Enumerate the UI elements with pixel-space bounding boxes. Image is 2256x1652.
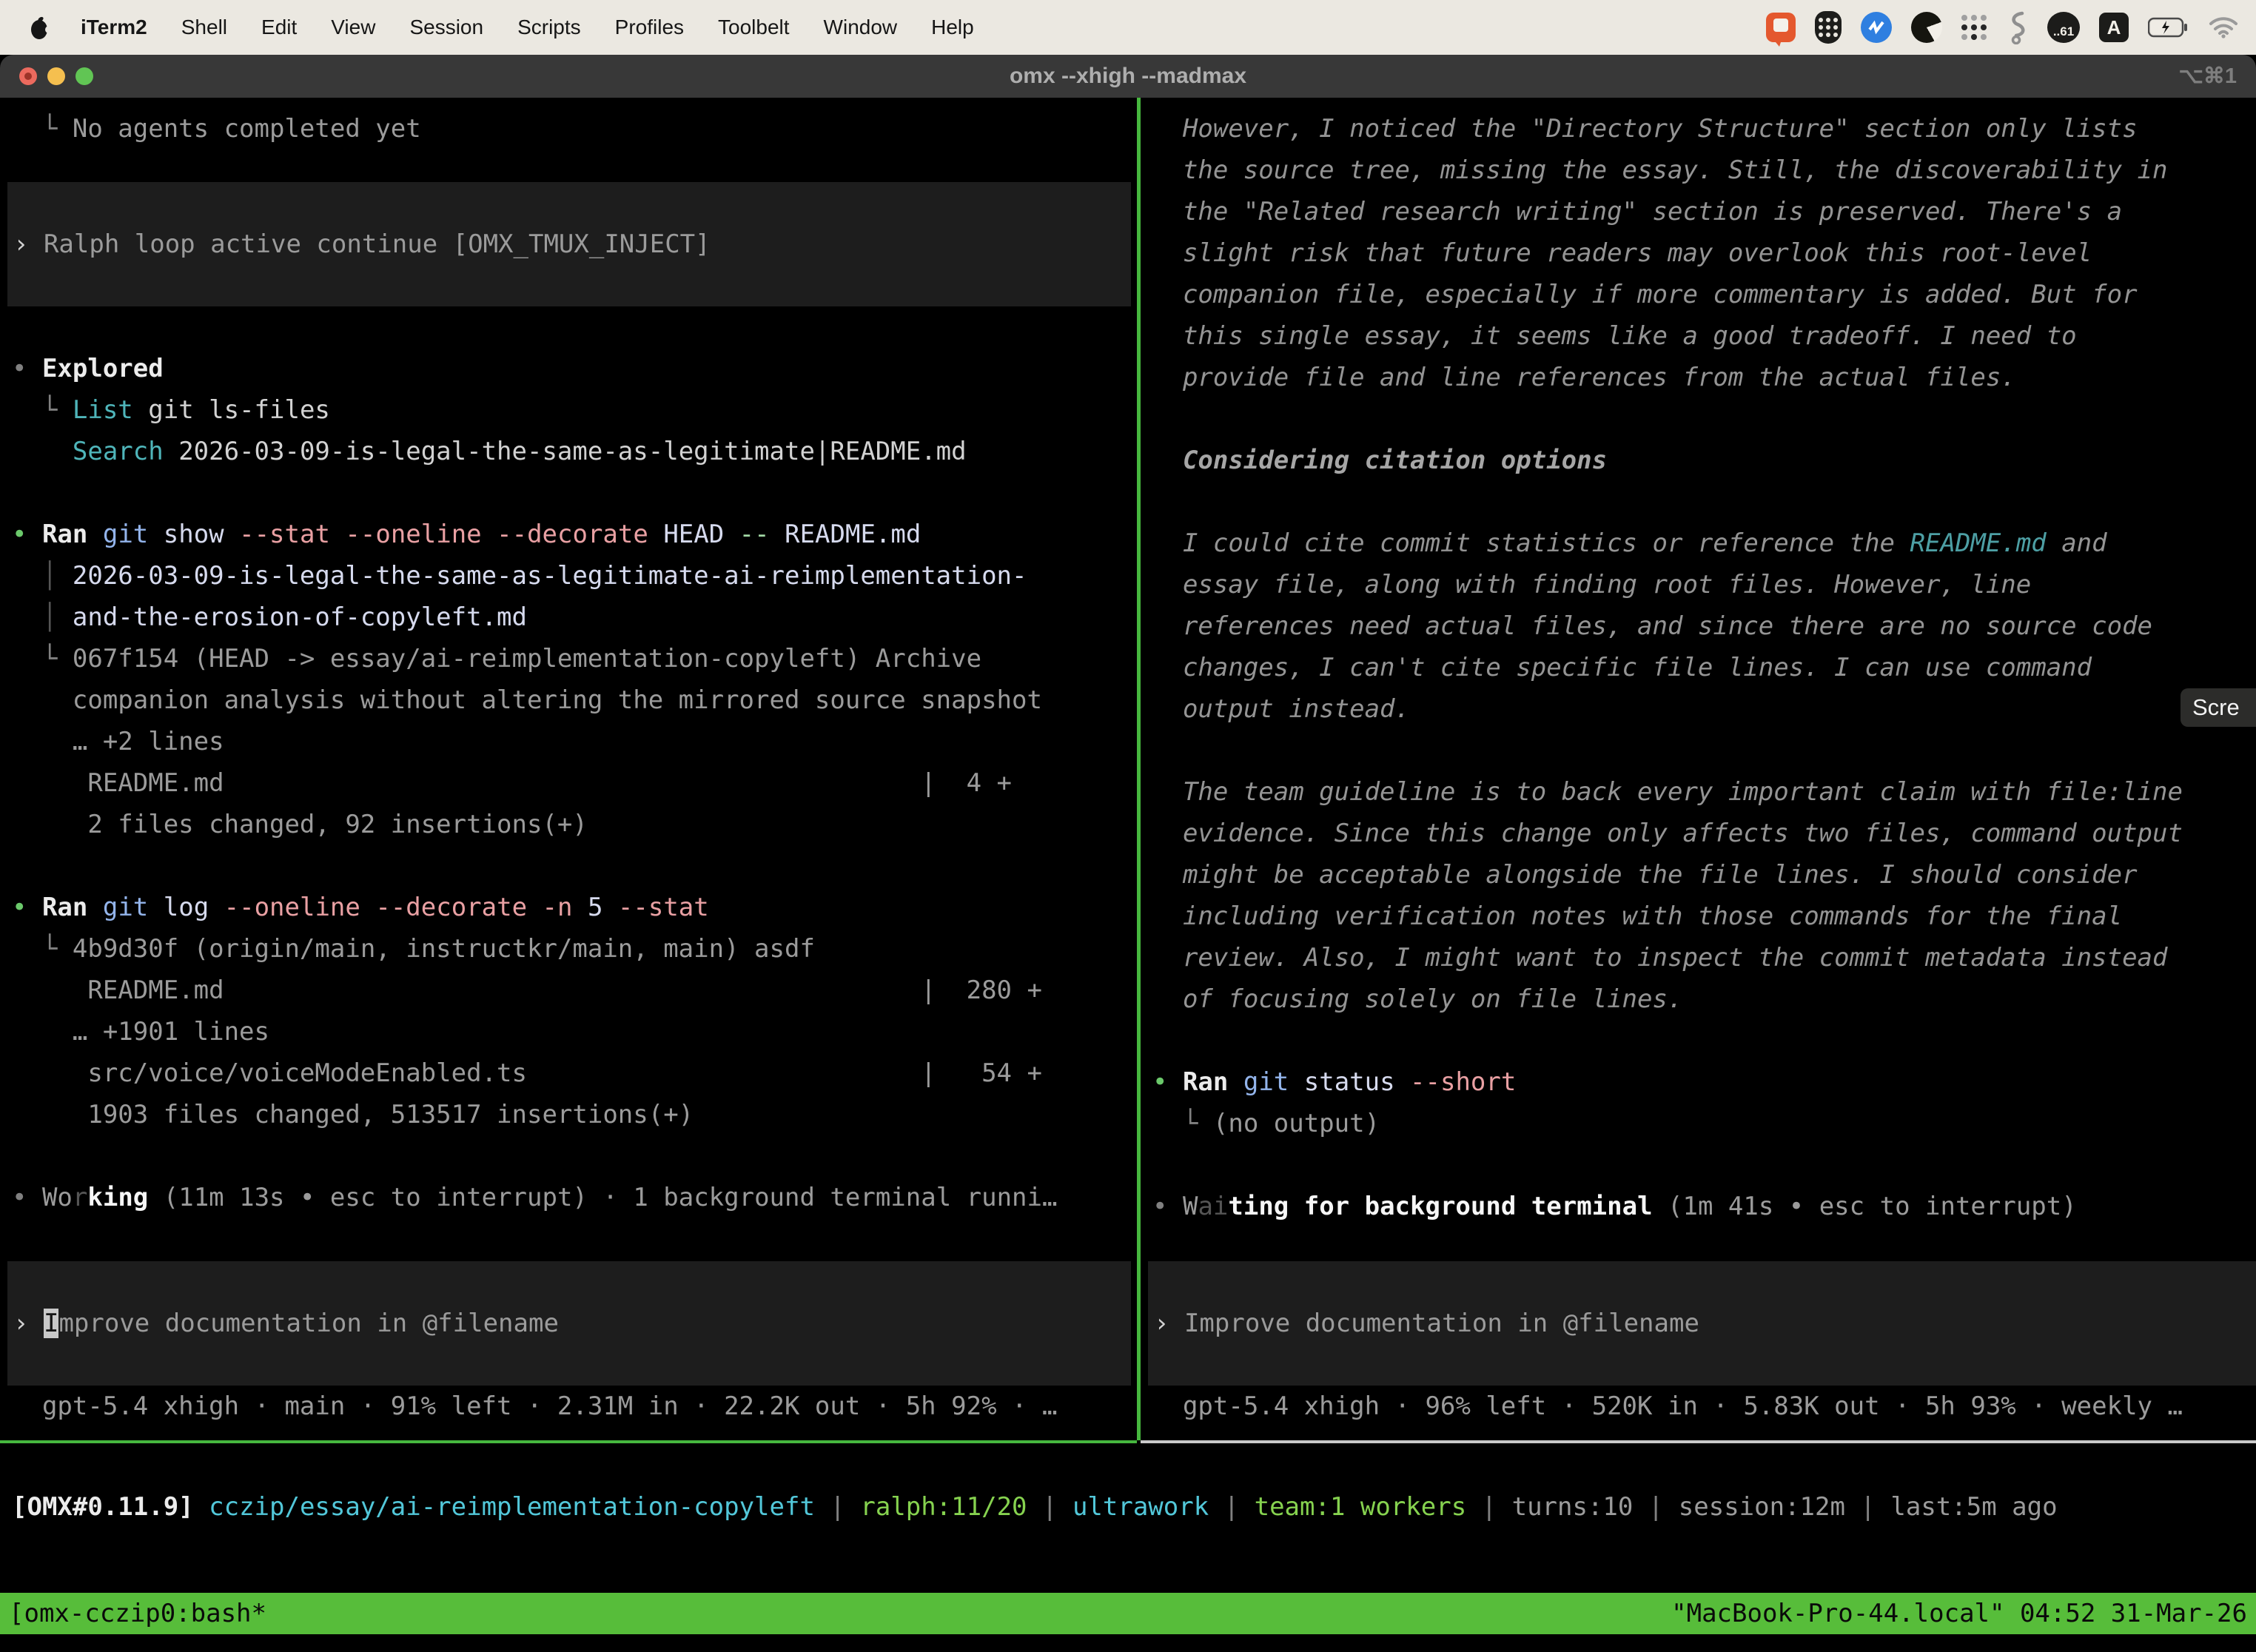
terminal-line: The team guideline is to back every impo… — [1141, 771, 2256, 813]
terminal-line: • Waiting for background terminal (1m 41… — [1141, 1186, 2256, 1227]
terminal-line: evidence. Since this change only affects… — [1141, 813, 2256, 854]
agent-transcript-left: • Explored └ List git ls-files Search 20… — [0, 348, 1137, 1218]
iterm2-window: omx --xhigh --madmax ⌥⌘1 └ No agents com… — [0, 55, 2256, 1652]
terminal-line: › Improve documentation in @filename — [7, 1303, 1131, 1344]
terminal-line: README.md | 280 + — [0, 970, 1137, 1011]
terminal-line: companion analysis without altering the … — [0, 679, 1137, 721]
keypad-shield-icon[interactable] — [1815, 11, 1842, 44]
window-titlebar: omx --xhigh --madmax ⌥⌘1 — [0, 55, 2256, 98]
apple-menu-icon[interactable] — [28, 15, 50, 40]
terminal-line: essay file, along with finding root file… — [1141, 564, 2256, 605]
menu-edit[interactable]: Edit — [261, 16, 297, 39]
terminal-line: src/voice/voiceModeEnabled.ts | 54 + — [0, 1052, 1137, 1094]
terminal-line: └ No agents completed yet — [0, 108, 1137, 150]
terminal-line: • Ran git status --short — [1141, 1061, 2256, 1103]
terminal-line — [1141, 1144, 2256, 1186]
pie-chart-icon[interactable] — [1911, 12, 1942, 43]
terminal-line: this single essay, it seems like a good … — [1141, 315, 2256, 357]
terminal-line: … +2 lines — [0, 721, 1137, 762]
prompt-input-left[interactable]: › Improve documentation in @filename — [7, 1261, 1131, 1386]
menu-view[interactable]: View — [331, 16, 375, 39]
menu-help[interactable]: Help — [931, 16, 974, 39]
omx-status-line: [OMX#0.11.9] cczip/essay/ai-reimplementa… — [0, 1486, 2256, 1528]
tmux-window-name[interactable]: [omx-cczip0:bash* — [9, 1599, 266, 1628]
session-statusline-left: gpt-5.4 xhigh · main · 91% left · 2.31M … — [0, 1386, 1137, 1427]
prompt-input-right[interactable]: › Improve documentation in @filename — [1148, 1261, 2256, 1386]
wifi-icon[interactable] — [2209, 16, 2238, 38]
terminal-line: references need actual files, and since … — [1141, 605, 2256, 647]
tmux-pane-right: However, I noticed the "Directory Struct… — [1141, 98, 2256, 1440]
terminal-line: › Ralph loop active continue [OMX_TMUX_I… — [7, 224, 1131, 265]
terminal-line — [1141, 481, 2256, 523]
screen-overlay-label: Scre — [2192, 694, 2240, 721]
terminal-line: 2 files changed, 92 insertions(+) — [0, 804, 1137, 845]
terminal-line: provide file and line references from th… — [1141, 357, 2256, 398]
window-shortcut-badge: ⌥⌘1 — [2178, 55, 2237, 98]
pane-border-left — [0, 1440, 1137, 1443]
macos-menu-bar: iTerm2 Shell Edit View Session Scripts P… — [0, 0, 2256, 55]
terminal-line: the "Related research writing" section i… — [1141, 191, 2256, 232]
terminal-line — [1141, 398, 2256, 440]
terminal-line — [0, 845, 1137, 887]
menu-session[interactable]: Session — [409, 16, 483, 39]
terminal-line: the source tree, missing the essay. Stil… — [1141, 150, 2256, 191]
terminal-line — [1141, 730, 2256, 771]
terminal-line: └ 067f154 (HEAD -> essay/ai-reimplementa… — [0, 638, 1137, 679]
terminal-line: Considering citation options — [1141, 440, 2256, 481]
injected-message-box[interactable]: › Ralph loop active continue [OMX_TMUX_I… — [7, 182, 1131, 306]
tmux-status-bar: [omx-cczip0:bash* "MacBook-Pro-44.local"… — [0, 1593, 2256, 1634]
agent-transcript-right: However, I noticed the "Directory Struct… — [1141, 108, 2256, 1227]
battery-icon[interactable] — [2148, 16, 2189, 38]
menu-toolbelt[interactable]: Toolbelt — [718, 16, 790, 39]
screen-overlay-chip[interactable]: Scre — [2181, 688, 2256, 727]
window-title: omx --xhigh --madmax — [0, 55, 2256, 98]
terminal-line: └ 4b9d30f (origin/main, instructkr/main,… — [0, 928, 1137, 970]
terminal-line — [0, 1135, 1137, 1177]
terminal-line: 1903 files changed, 513517 insertions(+) — [0, 1094, 1137, 1135]
terminal-line: including verification notes with those … — [1141, 896, 2256, 937]
screen-recording-icon[interactable] — [1766, 13, 1796, 42]
terminal-line: • Ran git log --oneline --decorate -n 5 … — [0, 887, 1137, 928]
terminal-line: gpt-5.4 xhigh · 96% left · 520K in · 5.8… — [1141, 1386, 2256, 1427]
menu-scripts[interactable]: Scripts — [517, 16, 581, 39]
input-source-icon[interactable]: A — [2099, 13, 2129, 42]
terminal-line: README.md | 4 + — [0, 762, 1137, 804]
terminal-line: review. Also, I might want to inspect th… — [1141, 937, 2256, 978]
terminal-line: output instead. — [1141, 688, 2256, 730]
terminal-line: of focusing solely on file lines. — [1141, 978, 2256, 1020]
tmux-pane-left: └ No agents completed yet › Ralph loop a… — [0, 98, 1137, 1440]
terminal-line: [OMX#0.11.9] cczip/essay/ai-reimplementa… — [0, 1486, 2256, 1528]
terminal-line — [1141, 1020, 2256, 1061]
menu-window[interactable]: Window — [824, 16, 898, 39]
squiggle-icon[interactable] — [2006, 10, 2028, 44]
terminal-line: › Improve documentation in @filename — [1148, 1303, 2256, 1344]
terminal-line: might be acceptable alongside the file l… — [1141, 854, 2256, 896]
pane-border-right — [1141, 1440, 2256, 1443]
badge-zigzag-icon[interactable] — [1861, 12, 1892, 43]
terminal-line: └ List git ls-files — [0, 389, 1137, 431]
menu-shell[interactable]: Shell — [181, 16, 227, 39]
terminal-line — [0, 472, 1137, 514]
vpn-61-icon[interactable]: ..61 — [2047, 12, 2080, 43]
agent-status-lines: └ No agents completed yet — [0, 108, 1137, 150]
menu-app-iterm2[interactable]: iTerm2 — [81, 16, 147, 39]
session-statusline-right: gpt-5.4 xhigh · 96% left · 520K in · 5.8… — [1141, 1386, 2256, 1427]
menu-profiles[interactable]: Profiles — [615, 16, 684, 39]
terminal-line: changes, I can't cite specific file line… — [1141, 647, 2256, 688]
terminal-line: gpt-5.4 xhigh · main · 91% left · 2.31M … — [0, 1386, 1137, 1427]
terminal-line: Search 2026-03-09-is-legal-the-same-as-l… — [0, 431, 1137, 472]
terminal-line: • Working (11m 13s • esc to interrupt) ·… — [0, 1177, 1137, 1218]
terminal-line: • Explored — [0, 348, 1137, 389]
tmux-host-time: "MacBook-Pro-44.local" 04:52 31-Mar-26 — [1671, 1599, 2247, 1628]
terminal-line: I could cite commit statistics or refere… — [1141, 523, 2256, 564]
terminal-line: • Ran git show --stat --oneline --decora… — [0, 514, 1137, 555]
terminal-line: │ and-the-erosion-of-copyleft.md — [0, 597, 1137, 638]
terminal-line: companion file, especially if more comme… — [1141, 274, 2256, 315]
terminal-line: └ (no output) — [1141, 1103, 2256, 1144]
terminal-line: │ 2026-03-09-is-legal-the-same-as-legiti… — [0, 555, 1137, 597]
terminal-line: … +1901 lines — [0, 1011, 1137, 1052]
terminal-line: However, I noticed the "Directory Struct… — [1141, 108, 2256, 150]
terminal-line: slight risk that future readers may over… — [1141, 232, 2256, 274]
dots-grid-icon[interactable] — [1961, 15, 1987, 40]
